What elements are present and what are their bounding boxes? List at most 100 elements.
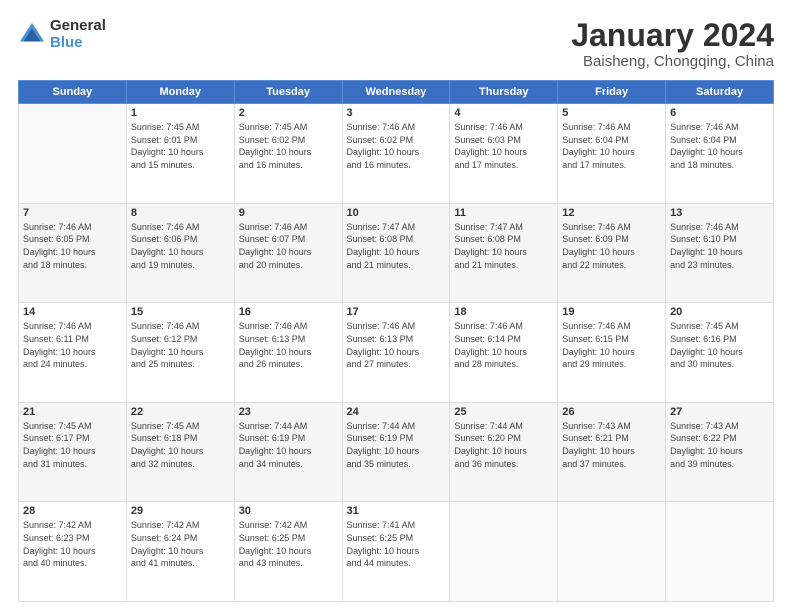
- day-info: Sunrise: 7:42 AM Sunset: 6:25 PM Dayligh…: [239, 519, 338, 569]
- calendar-cell: 28Sunrise: 7:42 AM Sunset: 6:23 PM Dayli…: [19, 502, 127, 602]
- day-number: 30: [239, 505, 338, 517]
- day-number: 8: [131, 207, 230, 219]
- day-number: 17: [347, 306, 446, 318]
- calendar-header-tuesday: Tuesday: [234, 81, 342, 104]
- calendar-cell: 27 Sunrise: 7:43 AM Sunset: 6:22 PM Dayli…: [666, 402, 774, 502]
- calendar-header-monday: Monday: [126, 81, 234, 104]
- calendar-cell: 4Sunrise: 7:46 AM Sunset: 6:03 PM Daylig…: [450, 104, 558, 204]
- day-info: Sunrise: 7:46 AM Sunset: 6:13 PM Dayligh…: [239, 320, 338, 370]
- day-number: 18: [454, 306, 553, 318]
- day-number: 1: [131, 107, 230, 119]
- logo-blue-text: Blue: [50, 35, 106, 52]
- calendar-cell: 6Sunrise: 7:46 AM Sunset: 6:04 PM Daylig…: [666, 104, 774, 204]
- day-info: Sunrise: 7:46 AM Sunset: 6:13 PM Dayligh…: [347, 320, 446, 370]
- day-info: Sunrise: 7:45 AM Sunset: 6:18 PM Dayligh…: [131, 420, 230, 470]
- calendar-cell: [450, 502, 558, 602]
- day-info: Sunrise: 7:44 AM Sunset: 6:19 PM Dayligh…: [239, 420, 338, 470]
- calendar-cell: 23 Sunrise: 7:44 AM Sunset: 6:19 PM Dayli…: [234, 402, 342, 502]
- calendar-cell: 14Sunrise: 7:46 AM Sunset: 6:11 PM Dayli…: [19, 303, 127, 403]
- calendar-cell: 25 Sunrise: 7:44 AM Sunset: 6:20 PM Dayli…: [450, 402, 558, 502]
- calendar-cell: 5 Sunrise: 7:46 AM Sunset: 6:04 PM Daylig…: [558, 104, 666, 204]
- day-info: Sunrise: 7:42 AM Sunset: 6:24 PM Dayligh…: [131, 519, 230, 569]
- day-number: 16: [239, 306, 338, 318]
- calendar-cell: 11 Sunrise: 7:47 AM Sunset: 6:08 PM Dayli…: [450, 203, 558, 303]
- day-number: 11: [454, 207, 553, 219]
- day-number: 15: [131, 306, 230, 318]
- logo-icon: [18, 21, 46, 49]
- day-info: Sunrise: 7:44 AM Sunset: 6:20 PM Dayligh…: [454, 420, 553, 470]
- calendar-cell: 30 Sunrise: 7:42 AM Sunset: 6:25 PM Dayli…: [234, 502, 342, 602]
- day-info: Sunrise: 7:47 AM Sunset: 6:08 PM Dayligh…: [347, 221, 446, 271]
- day-number: 27: [670, 406, 769, 418]
- day-number: 2: [239, 107, 338, 119]
- calendar-cell: 18Sunrise: 7:46 AM Sunset: 6:14 PM Dayli…: [450, 303, 558, 403]
- calendar-week-3: 14Sunrise: 7:46 AM Sunset: 6:11 PM Dayli…: [19, 303, 774, 403]
- day-info: Sunrise: 7:46 AM Sunset: 6:04 PM Dayligh…: [562, 121, 661, 171]
- day-number: 13: [670, 207, 769, 219]
- location: Baisheng, Chongqing, China: [571, 53, 774, 70]
- calendar-cell: [19, 104, 127, 204]
- day-info: Sunrise: 7:41 AM Sunset: 6:25 PM Dayligh…: [347, 519, 446, 569]
- day-number: 23: [239, 406, 338, 418]
- day-number: 28: [23, 505, 122, 517]
- calendar-week-1: 1Sunrise: 7:45 AM Sunset: 6:01 PM Daylig…: [19, 104, 774, 204]
- day-info: Sunrise: 7:47 AM Sunset: 6:08 PM Dayligh…: [454, 221, 553, 271]
- calendar-cell: 24 Sunrise: 7:44 AM Sunset: 6:19 PM Dayli…: [342, 402, 450, 502]
- day-number: 10: [347, 207, 446, 219]
- calendar-header-wednesday: Wednesday: [342, 81, 450, 104]
- calendar-cell: 20 Sunrise: 7:45 AM Sunset: 6:16 PM Dayli…: [666, 303, 774, 403]
- day-number: 29: [131, 505, 230, 517]
- day-number: 25: [454, 406, 553, 418]
- calendar-cell: 16 Sunrise: 7:46 AM Sunset: 6:13 PM Dayli…: [234, 303, 342, 403]
- logo-general-text: General: [50, 18, 106, 35]
- day-info: Sunrise: 7:46 AM Sunset: 6:11 PM Dayligh…: [23, 320, 122, 370]
- day-number: 5: [562, 107, 661, 119]
- day-number: 4: [454, 107, 553, 119]
- day-info: Sunrise: 7:46 AM Sunset: 6:06 PM Dayligh…: [131, 221, 230, 271]
- calendar-cell: 19 Sunrise: 7:46 AM Sunset: 6:15 PM Dayli…: [558, 303, 666, 403]
- calendar-cell: 13Sunrise: 7:46 AM Sunset: 6:10 PM Dayli…: [666, 203, 774, 303]
- day-number: 3: [347, 107, 446, 119]
- page: General Blue January 2024 Baisheng, Chon…: [0, 0, 792, 612]
- day-info: Sunrise: 7:46 AM Sunset: 6:05 PM Dayligh…: [23, 221, 122, 271]
- day-info: Sunrise: 7:45 AM Sunset: 6:17 PM Dayligh…: [23, 420, 122, 470]
- calendar-cell: 7Sunrise: 7:46 AM Sunset: 6:05 PM Daylig…: [19, 203, 127, 303]
- calendar-week-5: 28Sunrise: 7:42 AM Sunset: 6:23 PM Dayli…: [19, 502, 774, 602]
- calendar-cell: 21 Sunrise: 7:45 AM Sunset: 6:17 PM Dayli…: [19, 402, 127, 502]
- calendar-cell: 9Sunrise: 7:46 AM Sunset: 6:07 PM Daylig…: [234, 203, 342, 303]
- day-info: Sunrise: 7:46 AM Sunset: 6:15 PM Dayligh…: [562, 320, 661, 370]
- calendar-cell: 3Sunrise: 7:46 AM Sunset: 6:02 PM Daylig…: [342, 104, 450, 204]
- day-info: Sunrise: 7:46 AM Sunset: 6:09 PM Dayligh…: [562, 221, 661, 271]
- day-info: Sunrise: 7:43 AM Sunset: 6:22 PM Dayligh…: [670, 420, 769, 470]
- day-number: 6: [670, 107, 769, 119]
- month-title: January 2024: [571, 18, 774, 53]
- calendar-header-thursday: Thursday: [450, 81, 558, 104]
- calendar-week-2: 7Sunrise: 7:46 AM Sunset: 6:05 PM Daylig…: [19, 203, 774, 303]
- calendar-cell: 1Sunrise: 7:45 AM Sunset: 6:01 PM Daylig…: [126, 104, 234, 204]
- calendar-table: SundayMondayTuesdayWednesdayThursdayFrid…: [18, 80, 774, 602]
- calendar-cell: 22 Sunrise: 7:45 AM Sunset: 6:18 PM Dayli…: [126, 402, 234, 502]
- title-block: January 2024 Baisheng, Chongqing, China: [571, 18, 774, 70]
- day-number: 21: [23, 406, 122, 418]
- calendar-cell: 10 Sunrise: 7:47 AM Sunset: 6:08 PM Dayli…: [342, 203, 450, 303]
- calendar-header-friday: Friday: [558, 81, 666, 104]
- day-number: 26: [562, 406, 661, 418]
- day-number: 19: [562, 306, 661, 318]
- logo: General Blue: [18, 18, 106, 51]
- calendar-cell: 2Sunrise: 7:45 AM Sunset: 6:02 PM Daylig…: [234, 104, 342, 204]
- day-info: Sunrise: 7:46 AM Sunset: 6:07 PM Dayligh…: [239, 221, 338, 271]
- day-number: 31: [347, 505, 446, 517]
- day-number: 20: [670, 306, 769, 318]
- calendar-cell: 26Sunrise: 7:43 AM Sunset: 6:21 PM Dayli…: [558, 402, 666, 502]
- day-info: Sunrise: 7:44 AM Sunset: 6:19 PM Dayligh…: [347, 420, 446, 470]
- calendar-week-4: 21 Sunrise: 7:45 AM Sunset: 6:17 PM Dayli…: [19, 402, 774, 502]
- calendar-header-sunday: Sunday: [19, 81, 127, 104]
- day-number: 24: [347, 406, 446, 418]
- header: General Blue January 2024 Baisheng, Chon…: [18, 18, 774, 70]
- day-number: 22: [131, 406, 230, 418]
- calendar-header-saturday: Saturday: [666, 81, 774, 104]
- day-info: Sunrise: 7:45 AM Sunset: 6:16 PM Dayligh…: [670, 320, 769, 370]
- calendar-cell: 12Sunrise: 7:46 AM Sunset: 6:09 PM Dayli…: [558, 203, 666, 303]
- calendar-cell: [558, 502, 666, 602]
- calendar-cell: [666, 502, 774, 602]
